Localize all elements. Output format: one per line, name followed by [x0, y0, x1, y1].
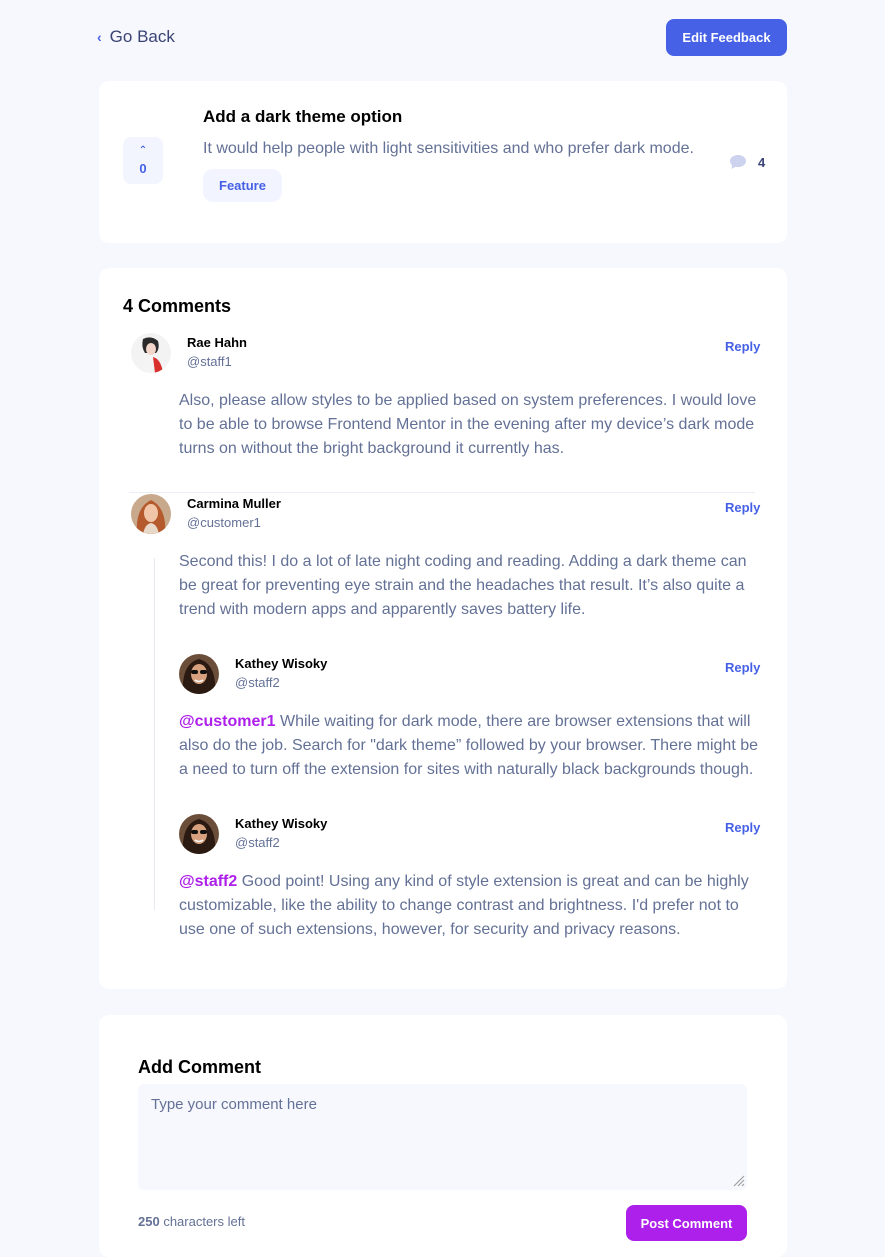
comment-body: Also, please allow styles to be applied … — [179, 392, 757, 457]
comments-heading: 4 Comments — [123, 296, 232, 316]
commenter-handle: @staff2 — [235, 835, 280, 850]
avatar — [131, 333, 171, 373]
resize-grip-icon[interactable] — [733, 1175, 745, 1187]
comment-body: @customer1 While waiting for dark mode, … — [179, 710, 763, 782]
commenter-handle: @customer1 — [187, 515, 261, 530]
edit-feedback-button[interactable]: Edit Feedback — [666, 19, 787, 56]
reply-button[interactable]: Reply — [725, 820, 760, 835]
comment-divider — [129, 492, 755, 493]
characters-left: 250 characters left — [138, 1214, 245, 1229]
commenter-handle: @staff2 — [235, 675, 280, 690]
feedback-description: It would help people with light sensitiv… — [203, 140, 694, 157]
chars-count: 250 — [138, 1214, 160, 1229]
commenter-name: Kathey Wisoky — [235, 656, 328, 671]
commenter-name: Rae Hahn — [187, 335, 247, 350]
chevron-up-icon: ⌃ — [138, 145, 148, 156]
chevron-left-icon: ‹ — [97, 29, 102, 45]
comment-count: 4 — [729, 154, 765, 170]
upvote-button[interactable]: ⌃ 0 — [123, 137, 163, 184]
reply-thread-line — [154, 558, 155, 910]
go-back-label: Go Back — [109, 27, 175, 46]
reply-text: Good point! Using any kind of style exte… — [179, 873, 749, 938]
avatar — [179, 814, 219, 854]
comment-count-value: 4 — [758, 154, 766, 170]
comment-body: Second this! I do a lot of late night co… — [179, 553, 747, 618]
chars-suffix: characters left — [159, 1214, 245, 1229]
mention-link[interactable]: @staff2 — [179, 873, 237, 890]
avatar — [179, 654, 219, 694]
category-tag[interactable]: Feature — [203, 169, 282, 202]
add-comment-card: Add Comment 250 characters left Post Com… — [99, 1015, 787, 1257]
commenter-handle: @staff1 — [187, 354, 232, 369]
commenter-name: Kathey Wisoky — [235, 816, 328, 831]
comment-body: @staff2 Good point! Using any kind of st… — [179, 870, 763, 942]
post-comment-button[interactable]: Post Comment — [626, 1205, 747, 1241]
comments-card: 4 Comments Rae Hahn @staff1 Reply Also, … — [99, 268, 787, 989]
upvote-count: 0 — [139, 161, 147, 176]
reply-button[interactable]: Reply — [725, 660, 760, 675]
comment-textarea[interactable] — [138, 1084, 747, 1190]
avatar — [131, 494, 171, 534]
comment-bubble-icon — [730, 155, 746, 169]
reply-button[interactable]: Reply — [725, 500, 760, 515]
feedback-title: Add a dark theme option — [203, 107, 403, 126]
commenter-name: Carmina Muller — [187, 496, 281, 511]
reply-button[interactable]: Reply — [725, 339, 760, 354]
mention-link[interactable]: @customer1 — [179, 713, 276, 730]
add-comment-title: Add Comment — [138, 1057, 261, 1077]
go-back-link[interactable]: ‹ Go Back — [97, 27, 175, 47]
feedback-card: ⌃ 0 Add a dark theme option It would hel… — [99, 81, 787, 243]
